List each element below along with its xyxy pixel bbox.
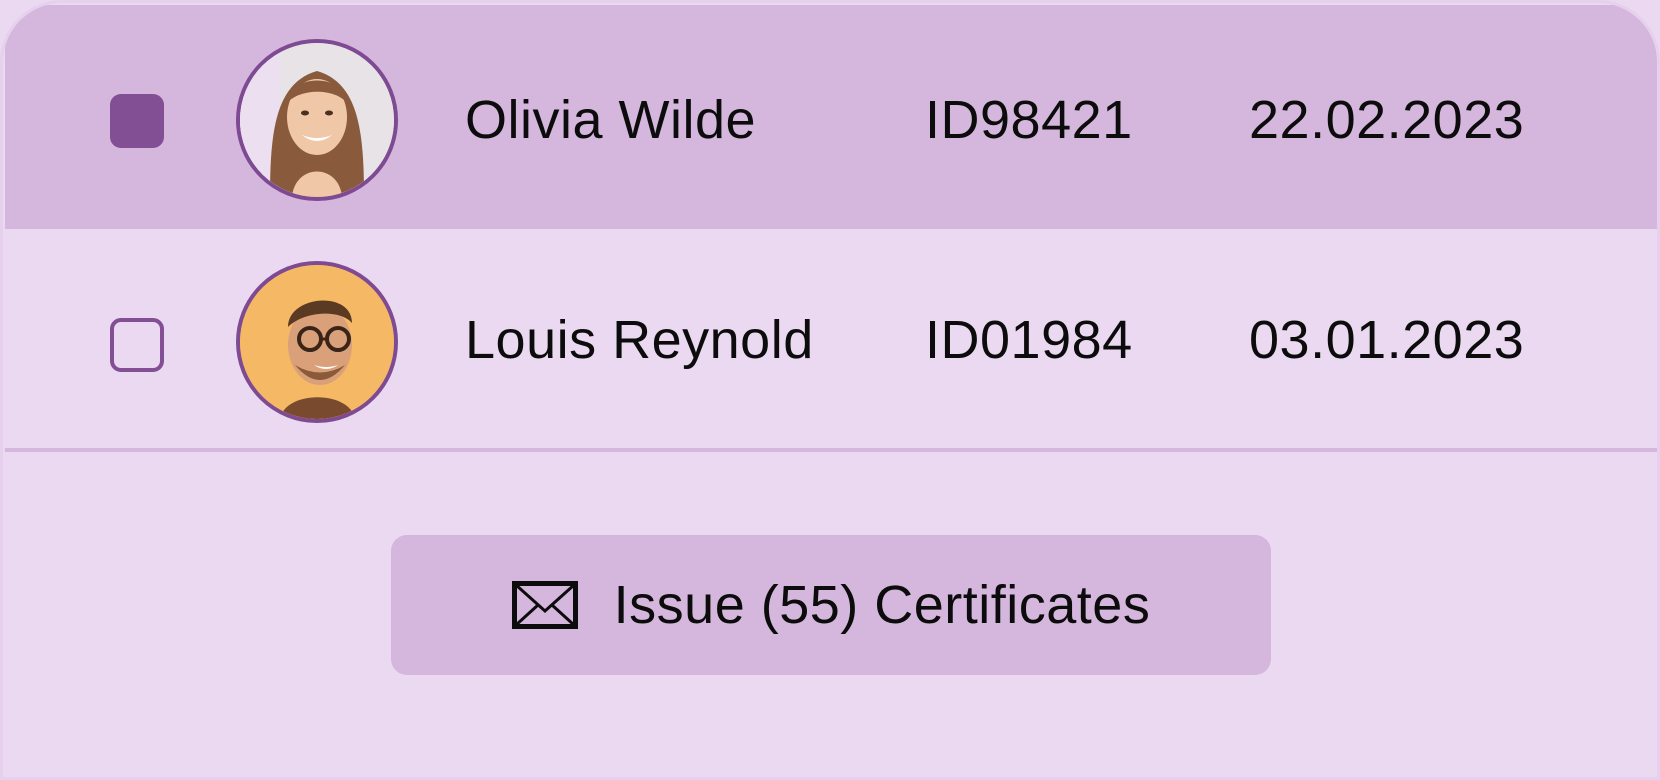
recipient-id: ID98421 xyxy=(925,90,1133,150)
avatar xyxy=(236,39,398,201)
table-row[interactable]: Louis Reynold ID01984 03.01.2023 xyxy=(5,229,1657,449)
avatar-man-image xyxy=(240,265,394,419)
recipient-name: Olivia Wilde xyxy=(465,90,757,150)
recipient-name: Louis Reynold xyxy=(465,310,814,370)
row-checkbox-checked[interactable] xyxy=(110,94,164,148)
issue-certificates-label: Issue (55) Certificates xyxy=(613,575,1151,635)
issue-certificates-button[interactable]: Issue (55) Certificates xyxy=(391,535,1271,675)
envelope-icon xyxy=(511,581,578,629)
avatar xyxy=(236,261,398,423)
divider xyxy=(5,448,1657,452)
recipient-id: ID01984 xyxy=(925,310,1133,370)
avatar-woman-image xyxy=(240,43,394,197)
recipients-card: Olivia Wilde ID98421 22.02.2023 Louis Re… xyxy=(0,0,1660,780)
row-checkbox-unchecked[interactable] xyxy=(110,318,164,372)
recipient-date: 03.01.2023 xyxy=(1249,310,1525,370)
table-row[interactable]: Olivia Wilde ID98421 22.02.2023 xyxy=(5,5,1657,229)
recipient-date: 22.02.2023 xyxy=(1249,90,1525,150)
